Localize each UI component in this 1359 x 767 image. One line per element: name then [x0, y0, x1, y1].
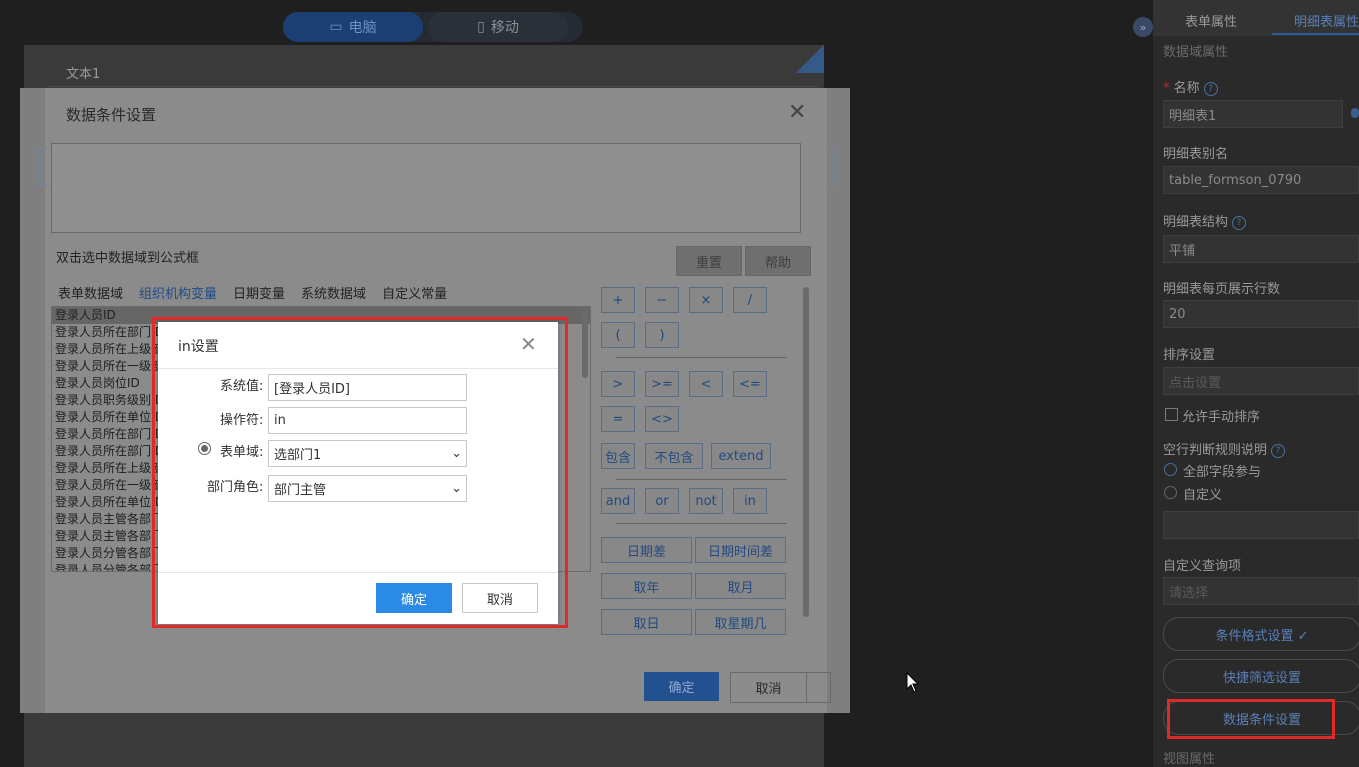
- structure-select[interactable]: 平铺: [1163, 235, 1359, 263]
- variable-tabs: 表单数据域 组织机构变量 日期变量 系统数据域 自定义常量: [58, 283, 447, 308]
- divider: [616, 479, 787, 480]
- dialog-ok-button[interactable]: 确定: [644, 672, 719, 701]
- operator-button[interactable]: −: [645, 287, 679, 313]
- close-icon[interactable]: ✕: [788, 100, 806, 125]
- list-scrollbar[interactable]: [582, 308, 588, 378]
- operator-button[interactable]: or: [645, 488, 679, 514]
- name-label: * 名称?: [1163, 77, 1218, 96]
- active-tab-underline: [1272, 33, 1359, 35]
- operator-button[interactable]: ×: [689, 287, 723, 313]
- tab-form-properties[interactable]: 表单属性: [1185, 11, 1237, 30]
- rule-custom-label: 自定义: [1183, 488, 1223, 503]
- manual-sort-label: 允许手动排序: [1182, 410, 1261, 425]
- phone-icon: ▯: [477, 19, 485, 35]
- reset-button[interactable]: 重置: [676, 246, 742, 276]
- rule-all-radio[interactable]: [1164, 463, 1177, 476]
- tab-system-fields[interactable]: 系统数据域: [301, 283, 366, 308]
- help-icon[interactable]: ?: [1271, 443, 1286, 458]
- operator-button[interactable]: ): [645, 322, 679, 348]
- operator-button[interactable]: /: [733, 287, 767, 313]
- monitor-icon: ▭: [329, 19, 343, 35]
- eye-icon[interactable]: [1351, 108, 1359, 118]
- empty-rule-label: 空行判断规则说明?: [1163, 439, 1286, 458]
- operator-button[interactable]: 取年: [601, 573, 692, 599]
- name-input[interactable]: 明细表1: [1163, 100, 1343, 128]
- collapse-icon[interactable]: »: [1133, 17, 1153, 37]
- rule-custom-input[interactable]: [1163, 511, 1359, 539]
- tab-form-fields[interactable]: 表单数据域: [58, 283, 123, 308]
- rows-input[interactable]: 20: [1163, 300, 1359, 328]
- divider: [616, 357, 787, 358]
- tab-org-variables[interactable]: 组织机构变量: [139, 283, 218, 308]
- operator-button[interactable]: 不包含: [645, 443, 703, 469]
- alias-label: 明细表别名: [1163, 147, 1229, 162]
- operator-button[interactable]: in: [733, 488, 767, 514]
- operator-button[interactable]: =: [601, 406, 635, 432]
- operator-button[interactable]: <>: [645, 406, 679, 432]
- rule-all-label: 全部字段参与: [1183, 465, 1262, 480]
- highlight-box: [152, 317, 568, 628]
- formula-hint: 双击选中数据域到公式框: [56, 251, 200, 266]
- sort-label: 排序设置: [1163, 348, 1216, 363]
- section-data-field: 数据域属性: [1163, 45, 1229, 60]
- canvas-field-label: 文本1: [66, 67, 101, 82]
- operator-button[interactable]: extend: [711, 443, 771, 469]
- pc-toggle-button[interactable]: ▭ 电脑: [283, 12, 423, 42]
- operator-button[interactable]: 取月: [695, 573, 786, 599]
- operator-button[interactable]: not: [689, 488, 723, 514]
- operator-button[interactable]: and: [601, 488, 635, 514]
- canvas-corner-badge: [796, 45, 824, 73]
- dialog-edge-left: [38, 148, 49, 186]
- custom-query-select[interactable]: 请选择: [1163, 577, 1359, 605]
- structure-label: 明细表结构?: [1163, 211, 1247, 230]
- formula-textarea[interactable]: [51, 143, 801, 233]
- operator-button[interactable]: <: [689, 371, 723, 397]
- manual-sort-checkbox[interactable]: [1165, 408, 1178, 421]
- alias-input[interactable]: table_formson_0790: [1163, 166, 1359, 194]
- operator-button[interactable]: >: [601, 371, 635, 397]
- rows-label: 明细表每页展示行数: [1163, 282, 1281, 297]
- dialog-title: 数据条件设置: [66, 106, 157, 124]
- tab-detail-properties[interactable]: 明细表属性: [1294, 11, 1359, 30]
- highlight-box: [1167, 699, 1335, 739]
- operator-button[interactable]: 日期时间差: [695, 537, 786, 563]
- dialog-cancel-button[interactable]: 取消: [730, 672, 807, 703]
- operator-button[interactable]: 包含: [601, 443, 635, 469]
- mobile-toggle-button[interactable]: ▯ 移动: [428, 12, 568, 42]
- operator-button[interactable]: 取星期几: [695, 609, 786, 635]
- help-icon[interactable]: ?: [1203, 81, 1218, 96]
- operator-scrollbar[interactable]: [803, 287, 809, 617]
- dialog-edge-right: [826, 148, 835, 186]
- sort-input[interactable]: 点击设置: [1163, 367, 1359, 395]
- operator-button[interactable]: +: [601, 287, 635, 313]
- quick-filter-button[interactable]: 快捷筛选设置: [1163, 659, 1359, 693]
- tab-custom-constants[interactable]: 自定义常量: [382, 283, 447, 308]
- section-view: 视图属性: [1163, 752, 1216, 767]
- help-icon[interactable]: ?: [1232, 215, 1247, 230]
- device-toggle: ▭ 电脑 ▯ 移动: [283, 12, 583, 42]
- tab-date-variables[interactable]: 日期变量: [233, 283, 285, 308]
- operator-button[interactable]: (: [601, 322, 635, 348]
- canvas-field-row[interactable]: 文本1: [48, 58, 818, 87]
- mouse-cursor-icon: [906, 672, 920, 693]
- rule-custom-radio[interactable]: [1164, 486, 1177, 499]
- operator-button[interactable]: <=: [733, 371, 767, 397]
- condition-format-button[interactable]: 条件格式设置 ✓: [1163, 617, 1359, 651]
- divider: [616, 523, 787, 524]
- custom-query-label: 自定义查询项: [1163, 559, 1242, 574]
- help-button[interactable]: 帮助: [745, 246, 811, 276]
- operator-button[interactable]: 日期差: [601, 537, 692, 563]
- dialog-edge-button: [806, 672, 831, 703]
- operator-button[interactable]: 取日: [601, 609, 692, 635]
- operator-button[interactable]: >=: [645, 371, 679, 397]
